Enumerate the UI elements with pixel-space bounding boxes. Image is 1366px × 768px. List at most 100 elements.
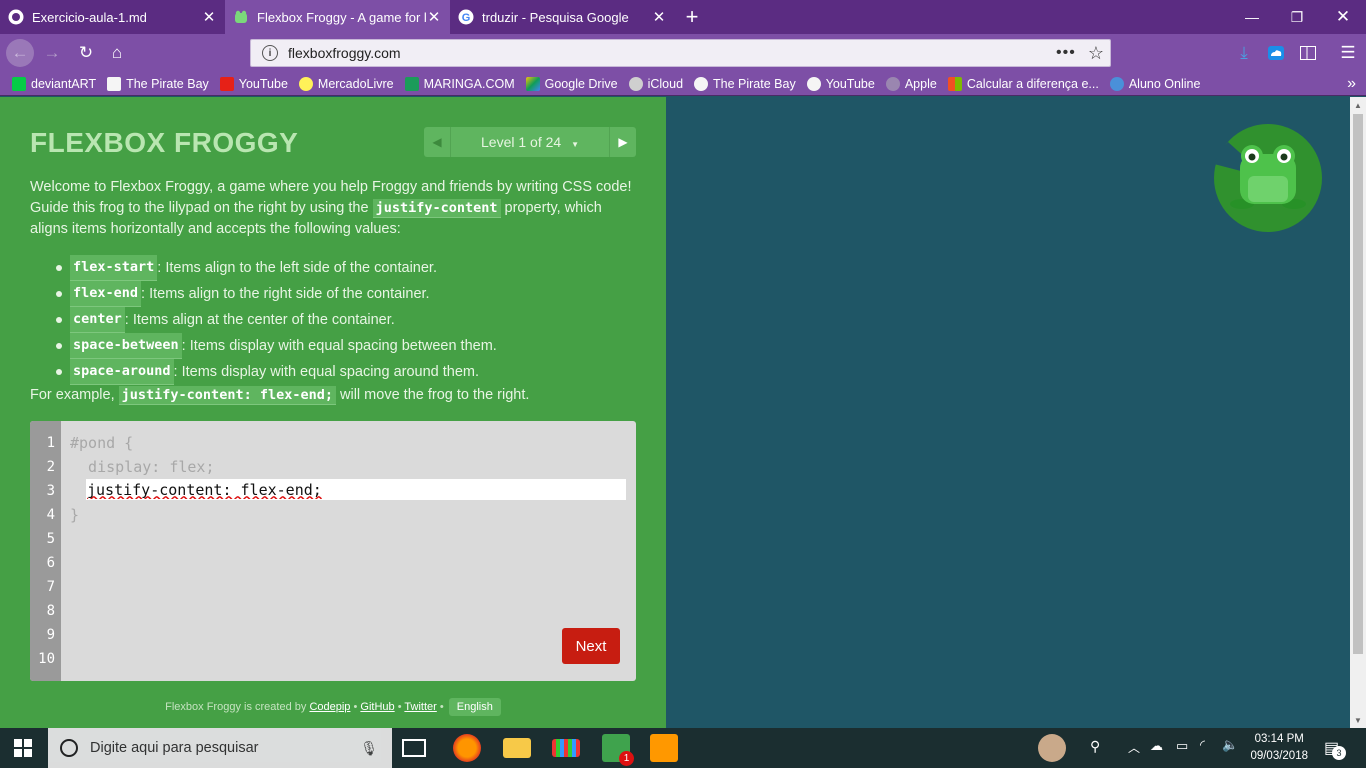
whatsapp-icon[interactable]: 1 <box>602 734 634 766</box>
line-number: 1 <box>46 435 55 451</box>
tab-label: Flexbox Froggy - A game for le <box>257 9 426 25</box>
close-icon[interactable]: ✕ <box>426 8 442 26</box>
new-tab-button[interactable]: + <box>675 0 709 34</box>
code-line: #pond { <box>70 434 134 452</box>
more-bookmarks-icon[interactable]: » <box>1347 72 1356 96</box>
apple-icon <box>885 76 900 91</box>
bookmark-item[interactable]: The Pirate Bay <box>107 76 209 91</box>
restore-button[interactable]: ❐ <box>1274 0 1320 34</box>
bullet-icon <box>56 343 62 349</box>
github-link[interactable]: GitHub <box>360 701 394 713</box>
maringa-icon <box>404 76 419 91</box>
back-button[interactable]: ← <box>6 39 34 67</box>
sublime-text-icon[interactable] <box>650 734 678 762</box>
chevron-up-icon[interactable]: ︿ <box>1128 739 1140 756</box>
next-button[interactable]: Next <box>562 628 620 664</box>
people-icon[interactable]: ⚲ <box>1090 738 1100 755</box>
line-number: 9 <box>46 627 55 643</box>
twitter-link[interactable]: Twitter <box>404 701 436 713</box>
css-input[interactable] <box>86 479 626 500</box>
cloud-icon[interactable] <box>1262 39 1290 67</box>
close-icon[interactable]: ✕ <box>201 8 217 26</box>
bookmark-item[interactable]: MercadoLivre <box>298 76 394 91</box>
list-item: flex-end: Items align to the right side … <box>56 281 497 307</box>
close-window-button[interactable]: ✕ <box>1320 0 1366 34</box>
bookmark-item[interactable]: MARINGA.COM <box>404 76 515 91</box>
notifications-icon[interactable]: ▤ 3 <box>1324 738 1346 760</box>
firefox-icon[interactable] <box>453 734 481 762</box>
list-item: flex-start: Items align to the left side… <box>56 255 497 281</box>
tab-exercicio[interactable]: Exercicio-aula-1.md ✕ <box>0 0 225 34</box>
next-level-button[interactable]: ▶ <box>610 127 636 157</box>
system-clock[interactable]: 03:14 PM 09/03/2018 <box>1250 731 1308 765</box>
tab-bar: Exercicio-aula-1.md ✕ Flexbox Froggy - A… <box>0 0 1366 34</box>
task-view-icon[interactable] <box>402 739 426 757</box>
wifi-icon[interactable]: ◜ <box>1200 737 1205 753</box>
onedrive-icon[interactable]: ☁ <box>1150 738 1163 754</box>
bookmark-item[interactable]: YouTube <box>806 76 875 91</box>
scroll-down-icon[interactable]: ▼ <box>1350 712 1366 728</box>
scroll-thumb[interactable] <box>1353 114 1363 654</box>
forward-button[interactable]: → <box>38 39 66 67</box>
css-editor: 1 2 3 4 5 6 7 8 9 10 #pond { display: fl… <box>30 421 636 681</box>
values-list: flex-start: Items align to the left side… <box>56 255 497 385</box>
notification-count: 3 <box>1332 746 1346 760</box>
url-bar[interactable]: i flexboxfroggy.com ••• ☆ <box>250 39 1111 67</box>
language-selector[interactable]: English <box>448 698 501 716</box>
bookmark-star-icon[interactable]: ☆ <box>1088 43 1104 64</box>
taskbar: Digite aqui para pesquisar 🎙 1 ⚲ ︿ ☁ ▭ ◜… <box>0 728 1366 768</box>
taskbar-app-icon[interactable] <box>552 739 580 757</box>
codepip-link[interactable]: Codepip <box>309 701 350 713</box>
bullet-icon <box>56 369 62 375</box>
page-scrollbar[interactable]: ▲ ▼ <box>1350 97 1366 728</box>
close-icon[interactable]: ✕ <box>651 8 667 26</box>
bookmark-item[interactable]: deviantART <box>12 76 96 91</box>
home-button[interactable]: ⌂ <box>103 39 131 67</box>
file-explorer-icon[interactable] <box>503 738 531 758</box>
level-navigator: ◀ Level 1 of 24 ▼ ▶ <box>424 127 636 157</box>
tab-google-search[interactable]: G trduzir - Pesquisa Google ✕ <box>450 0 675 34</box>
tab-label: Exercicio-aula-1.md <box>32 9 147 25</box>
list-item: space-around: Items display with equal s… <box>56 359 497 385</box>
frog-icon <box>1214 142 1306 209</box>
scroll-up-icon[interactable]: ▲ <box>1350 97 1366 113</box>
property-code: justify-content <box>372 199 501 218</box>
tab-flexbox-froggy[interactable]: Flexbox Froggy - A game for le ✕ <box>225 0 450 34</box>
line-number: 3 <box>46 483 55 499</box>
url-text[interactable]: flexboxfroggy.com <box>288 45 1056 61</box>
user-avatar[interactable] <box>1038 734 1066 762</box>
github-icon <box>8 9 24 25</box>
battery-icon[interactable]: ▭ <box>1176 738 1188 754</box>
download-icon[interactable]: ⤓ <box>1230 39 1258 67</box>
taskbar-search[interactable]: Digite aqui para pesquisar 🎙 <box>48 728 392 768</box>
reload-button[interactable]: ↻ <box>72 39 100 67</box>
bookmark-item[interactable]: iCloud <box>628 76 683 91</box>
bookmark-item[interactable]: The Pirate Bay <box>694 76 796 91</box>
volume-icon[interactable]: 🔈 <box>1222 737 1238 753</box>
footer: Flexbox Froggy is created by Codepip • G… <box>0 698 666 716</box>
bookmark-item[interactable]: YouTube <box>219 76 288 91</box>
google-drive-icon <box>525 76 540 91</box>
microphone-icon[interactable]: 🎙 <box>360 740 378 757</box>
bookmark-item[interactable]: Aluno Online <box>1109 76 1200 91</box>
clock-time: 03:14 PM <box>1254 733 1304 745</box>
sidebar-icon[interactable] <box>1294 39 1322 67</box>
line-number: 7 <box>46 579 55 595</box>
menu-icon[interactable]: ☰ <box>1334 39 1362 67</box>
bookmark-item[interactable]: Apple <box>885 76 937 91</box>
instructions-panel: FLEXBOX FROGGY ◀ Level 1 of 24 ▼ ▶ Welco… <box>0 97 666 728</box>
page-actions-icon[interactable]: ••• <box>1056 44 1076 62</box>
bookmark-item[interactable]: Calcular a diferença e... <box>947 76 1099 91</box>
bullet-icon <box>56 317 62 323</box>
previous-level-button[interactable]: ◀ <box>424 127 450 157</box>
bookmark-item[interactable]: Google Drive <box>525 76 618 91</box>
level-selector[interactable]: Level 1 of 24 ▼ <box>450 127 610 157</box>
info-icon[interactable]: i <box>262 45 278 61</box>
bullet-icon <box>56 265 62 271</box>
mercadolivre-icon <box>298 76 313 91</box>
level-indicator: Level 1 of 24 <box>481 134 562 150</box>
apple-icon <box>628 76 643 91</box>
minimize-button[interactable]: — <box>1229 0 1275 34</box>
windows-start-icon[interactable] <box>14 739 32 762</box>
aluno-online-icon <box>1109 76 1124 91</box>
